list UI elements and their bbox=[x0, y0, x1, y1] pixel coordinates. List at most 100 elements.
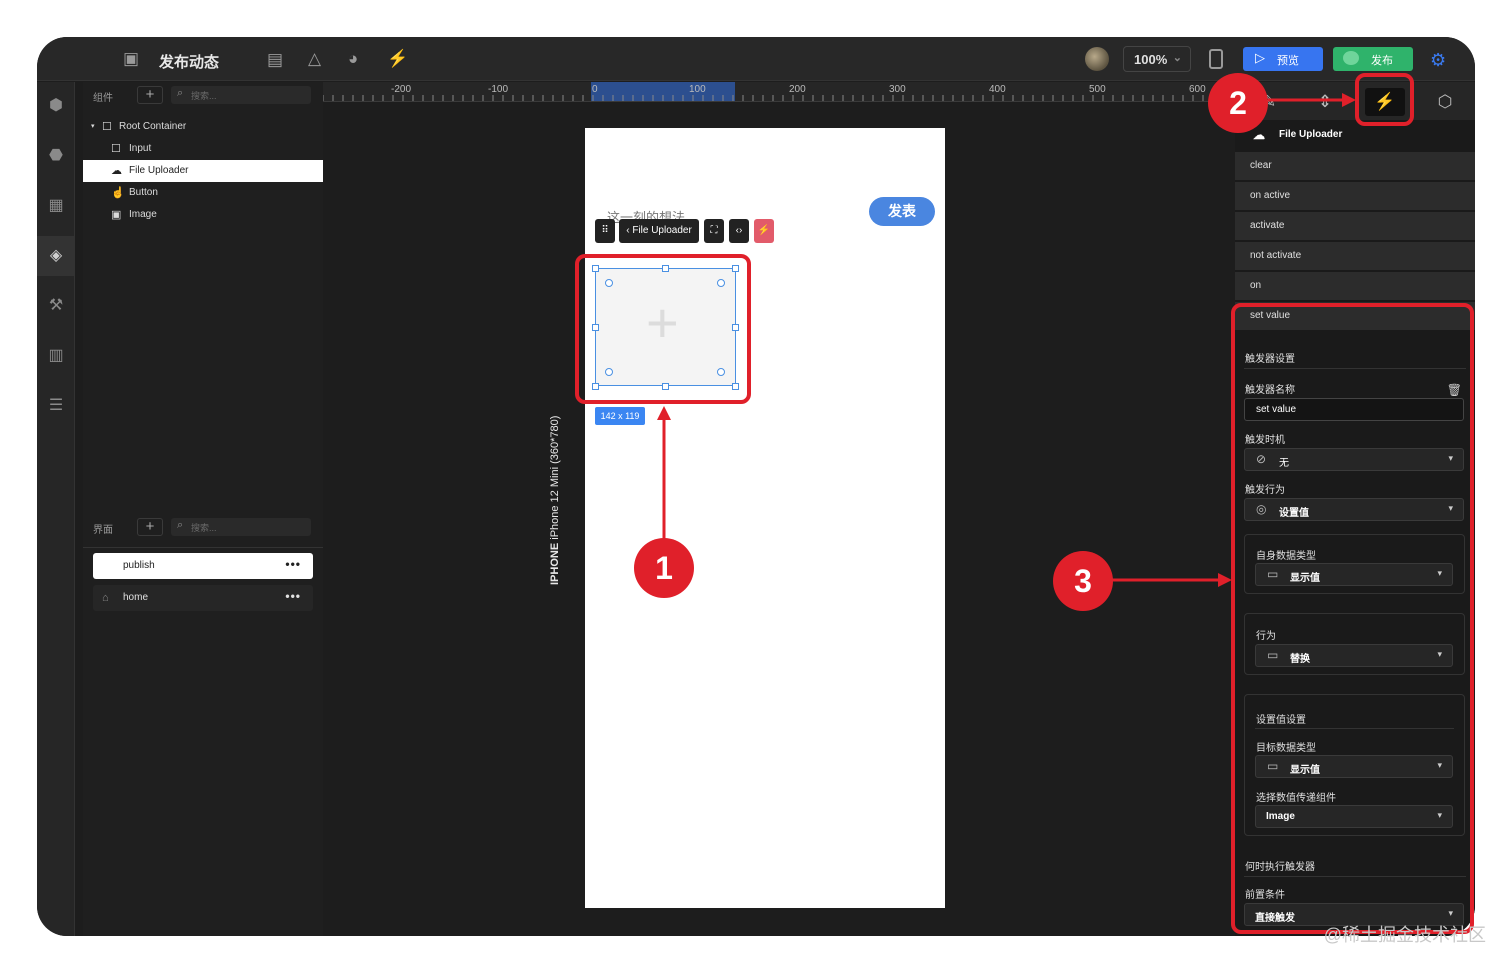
cloud-icon: ☁ bbox=[111, 165, 122, 177]
square-icon: ☐ bbox=[111, 143, 121, 155]
publish-button[interactable]: 发布 bbox=[1333, 47, 1413, 71]
device-type: IPHONE bbox=[549, 542, 561, 585]
layers-panel: 组件 + ⌕ 搜索... ▾ ☐ Root Container ☐ Input ☁… bbox=[83, 82, 323, 936]
tree-item-label: File Uploader bbox=[129, 165, 189, 176]
page-item-home[interactable]: ⌂ home ••• bbox=[93, 585, 313, 611]
components-label: 组件 bbox=[93, 93, 113, 104]
app-title: 发布动态 bbox=[159, 54, 220, 71]
tree-item-label: Root Container bbox=[119, 121, 187, 132]
drag-handle-icon[interactable]: ⠿ bbox=[595, 219, 615, 243]
tree-item-root-container[interactable]: ▾ ☐ Root Container bbox=[83, 116, 323, 138]
event-item[interactable]: activate bbox=[1235, 212, 1475, 241]
ruler-label: -200 bbox=[391, 84, 412, 95]
tree-item-label: Button bbox=[129, 187, 158, 198]
select-parent-button[interactable]: ‹ File Uploader bbox=[619, 219, 699, 243]
tree-item-file-uploader[interactable]: ☁ File Uploader bbox=[83, 160, 323, 182]
event-item[interactable]: clear bbox=[1235, 152, 1475, 181]
home-icon: ⌂ bbox=[102, 592, 109, 604]
ruler-label: 100 bbox=[689, 84, 706, 95]
triangle-icon[interactable]: △ bbox=[308, 49, 321, 69]
horizontal-ruler: -200 -100 0 100 200 300 400 500 600 bbox=[323, 82, 1235, 102]
preview-button[interactable]: ▷ 预览 bbox=[1243, 47, 1323, 71]
document-icon[interactable]: ▤ bbox=[267, 50, 283, 70]
annotation-box-events-tab bbox=[1355, 73, 1414, 126]
nav-cubes-icon[interactable]: ⬣ bbox=[37, 136, 75, 176]
top-toolbar: ▣ 发布动态 ▤ △ ◕ ⚡ 100% ⌄ ▷ 预览 发布 ⚙ bbox=[37, 37, 1475, 81]
shapes-icon[interactable]: ◕ bbox=[348, 49, 358, 69]
component-name: File Uploader bbox=[1279, 129, 1343, 140]
ruler-label: 300 bbox=[889, 84, 906, 95]
device-name: iPhone 12 Mini (360*780) bbox=[549, 415, 561, 540]
components-search-input[interactable]: ⌕ 搜索... bbox=[171, 86, 311, 104]
components-search-placeholder: 搜索... bbox=[191, 91, 217, 101]
ruler-label: 600 bbox=[1189, 84, 1206, 95]
event-item[interactable]: not activate bbox=[1235, 242, 1475, 271]
annotation-badge-2: 2 bbox=[1208, 73, 1268, 133]
device-label: IPHONE iPhone 12 Mini (360*780) bbox=[549, 416, 561, 585]
nav-layers-icon[interactable]: ◈ bbox=[37, 236, 75, 276]
ruler-label: 500 bbox=[1089, 84, 1106, 95]
more-options-icon[interactable]: ••• bbox=[285, 583, 301, 609]
page-item-publish[interactable]: publish ••• bbox=[93, 553, 313, 579]
code-icon[interactable]: ‹› bbox=[729, 219, 749, 243]
sliders-icon[interactable]: ⚙ bbox=[1430, 50, 1446, 71]
sidebar-toggle-icon[interactable]: ▣ bbox=[123, 49, 139, 69]
watermark: @稀土掘金技术社区 bbox=[1323, 925, 1486, 945]
phone-frame[interactable]: 这一刻的想法... 发表 + 142 x 119 ⠿ ‹ File Upload… bbox=[585, 128, 945, 908]
image-icon: ▣ bbox=[111, 209, 122, 221]
panel-divider[interactable] bbox=[83, 547, 323, 548]
lightning-icon[interactable]: ⚡ bbox=[387, 49, 408, 69]
chevron-down-icon: ⌄ bbox=[1172, 52, 1182, 64]
event-item[interactable]: on active bbox=[1235, 182, 1475, 211]
eye-icon bbox=[1343, 51, 1359, 65]
selection-toolbar-label: File Uploader bbox=[632, 225, 692, 236]
search-icon: ⌕ bbox=[177, 87, 184, 99]
pages-label: 界面 bbox=[93, 525, 113, 536]
device-icon[interactable] bbox=[1209, 49, 1223, 69]
tree-item-input[interactable]: ☐ Input bbox=[83, 138, 323, 160]
add-component-button[interactable]: + bbox=[137, 86, 163, 104]
tree-item-image[interactable]: ▣ Image bbox=[83, 204, 323, 226]
nav-list-icon[interactable]: ☰ bbox=[37, 386, 75, 426]
left-nav: ⬢ ⬣ ▦ ◈ ⚒ ▥ ☰ bbox=[37, 82, 75, 936]
component-title: ☁ File Uploader bbox=[1235, 120, 1475, 152]
annotation-box-uploader bbox=[575, 254, 751, 404]
page-item-label: home bbox=[123, 592, 149, 603]
page-item-label: publish bbox=[123, 560, 155, 571]
publish-label: 发布 bbox=[1371, 55, 1393, 67]
preview-label: 预览 bbox=[1277, 55, 1299, 67]
more-options-icon[interactable]: ••• bbox=[285, 551, 301, 577]
design-canvas[interactable]: 这一刻的想法... 发表 + 142 x 119 ⠿ ‹ File Upload… bbox=[323, 103, 1235, 936]
pages-search-placeholder: 搜索... bbox=[191, 523, 217, 533]
tab-data-icon[interactable]: ⬡ bbox=[1425, 88, 1465, 116]
tab-layout-icon[interactable]: ⇕ bbox=[1305, 88, 1345, 116]
post-button[interactable]: 发表 bbox=[869, 197, 935, 226]
event-item[interactable]: on bbox=[1235, 272, 1475, 301]
ruler-label: -100 bbox=[488, 84, 509, 95]
ruler-label: 0 bbox=[592, 84, 598, 95]
ruler-label: 400 bbox=[989, 84, 1006, 95]
nav-widgets-icon[interactable]: ▦ bbox=[37, 186, 75, 226]
components-toolbar: 组件 + ⌕ 搜索... bbox=[83, 82, 323, 108]
annotation-box-trigger-panel bbox=[1231, 303, 1474, 934]
search-icon: ⌕ bbox=[177, 519, 184, 531]
caret-down-icon[interactable]: ▾ bbox=[91, 116, 95, 138]
pages-search-input[interactable]: ⌕ 搜索... bbox=[171, 518, 311, 536]
user-avatar[interactable] bbox=[1085, 47, 1109, 71]
nav-hammer-icon[interactable]: ⚒ bbox=[37, 286, 75, 326]
cloud-icon: ☁ bbox=[1253, 128, 1265, 142]
pages-toolbar: 界面 + ⌕ 搜索... bbox=[83, 514, 323, 540]
zoom-select[interactable]: 100% ⌄ bbox=[1123, 46, 1191, 72]
tree-item-button[interactable]: ☝ Button bbox=[83, 182, 323, 204]
hand-pointer-icon: ☝ bbox=[111, 187, 125, 199]
nav-cube-icon[interactable]: ⬢ bbox=[37, 86, 75, 126]
square-icon: ☐ bbox=[102, 121, 112, 133]
annotation-badge-1: 1 bbox=[634, 538, 694, 598]
play-icon: ▷ bbox=[1255, 50, 1265, 65]
annotation-badge-3: 3 bbox=[1053, 551, 1113, 611]
nav-layout-icon[interactable]: ▥ bbox=[37, 336, 75, 376]
add-page-button[interactable]: + bbox=[137, 518, 163, 536]
tree-item-label: Image bbox=[129, 209, 157, 220]
lightning-icon[interactable]: ⚡ bbox=[754, 219, 774, 243]
fullscreen-icon[interactable]: ⛶ bbox=[704, 219, 724, 243]
